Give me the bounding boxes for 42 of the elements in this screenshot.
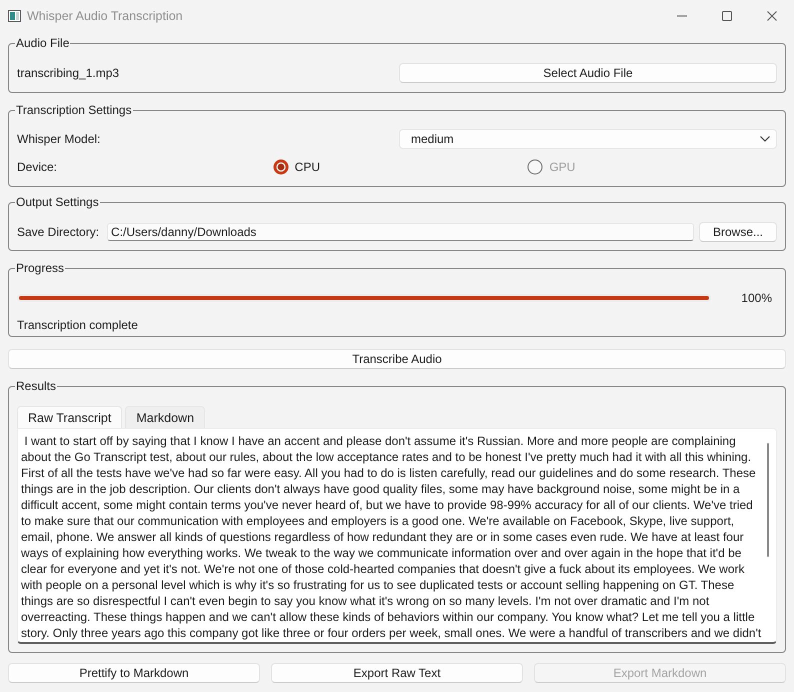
transcript-line: things are so disrespectful I can't even begin to say you know what it's wrong on so many levels. I'm not over dramatic and I'm not xyxy=(21,593,710,609)
tab[interactable]: Markdown xyxy=(125,406,206,428)
group-title: Progress xyxy=(15,261,66,276)
select-file-button[interactable]: Select Audio File xyxy=(399,63,777,83)
group-title: Transcription Settings xyxy=(15,103,133,118)
browse-button[interactable]: Browse... xyxy=(699,222,777,242)
group-title: Audio File xyxy=(15,36,70,51)
status-text: Transcription complete xyxy=(17,318,138,332)
action-button[interactable]: Export Raw Text xyxy=(271,663,523,683)
transcript-area[interactable] xyxy=(17,428,777,644)
window-title: Whisper Audio Transcription xyxy=(27,9,184,23)
field-label: Save Directory: xyxy=(17,225,100,239)
model-dropdown[interactable]: medium xyxy=(399,129,777,149)
transcript-line: overreacting. These things happen and we can't allow these kinds of behaviors within our company. You know what? Let me tell you a little xyxy=(21,609,756,625)
field-label: Whisper Model: xyxy=(17,132,102,146)
maximize-icon[interactable] xyxy=(722,11,732,21)
directory-field[interactable]: C:/Users/danny/Downloads xyxy=(107,223,694,241)
progress-percent: 100% xyxy=(740,291,773,305)
tab[interactable]: Raw Transcript xyxy=(17,406,122,428)
scrollbar-thumb[interactable] xyxy=(767,443,769,557)
transcript-line: I want to start off by saying that I know I have an accent and please don't assume it's Russian. More and more people are complaining xyxy=(23,433,737,449)
transcript-line: First of all the tests have we've had so far were easy. All you had to do is listen carefully, read our guidelines and do some research. These xyxy=(21,465,757,481)
transcript-line: email, phone. We answer all kinds of questions regardless of how redundant they are or in some cases even rude. We have at least four xyxy=(21,529,745,545)
action-button[interactable]: Prettify to Markdown xyxy=(8,663,260,683)
transcript-line: story. Only three years ago this company got like three or four orders per week, small ones. We were a handful of transcribers and we didn't xyxy=(21,625,762,641)
transcript-line: difficult accent, some might contain terms you've never heard of, but we have to provide 98-99% accuracy for all of our clients. We've tried xyxy=(21,497,754,513)
transcript-line: things are in the job description. Our clients don't always have good quality files, some may have background noise, some might be in a xyxy=(21,481,741,497)
field-label: Device: xyxy=(17,160,58,174)
transcript-line: about the Go Transcript test, about our rules, about the low acceptance rates and to be honest I've pretty much had it with all this whining. xyxy=(21,449,752,465)
group-title: Output Settings xyxy=(15,195,100,210)
close-icon[interactable] xyxy=(766,11,776,21)
radio-label[interactable]: CPU xyxy=(294,160,320,174)
transcript-line: clear for everyone and yet it's not. We're not one of those cold-hearted companies that doesn't give a fuck about its employees. We work xyxy=(21,561,746,577)
radio-icon[interactable] xyxy=(272,159,289,175)
file-name: transcribing_1.mp3 xyxy=(17,66,120,80)
transcript-line: to make sure that our communication with employees and employers is a good one. We're available on Facebook, Skype, live support, xyxy=(21,513,736,529)
transcribe-button[interactable]: Transcribe Audio xyxy=(8,349,786,369)
transcript-line: ways of explaining how everything works. We tweak to the way we communicate information over and over again in the hope that it'd be xyxy=(21,545,742,561)
chevron-down-icon xyxy=(760,136,770,142)
transcript-line: with people on a personal level which is why it's so frustrating for us to see duplicated tests or account selling happening on GT. These xyxy=(21,577,736,593)
group-title: Results xyxy=(15,379,58,394)
app-icon xyxy=(8,10,21,22)
